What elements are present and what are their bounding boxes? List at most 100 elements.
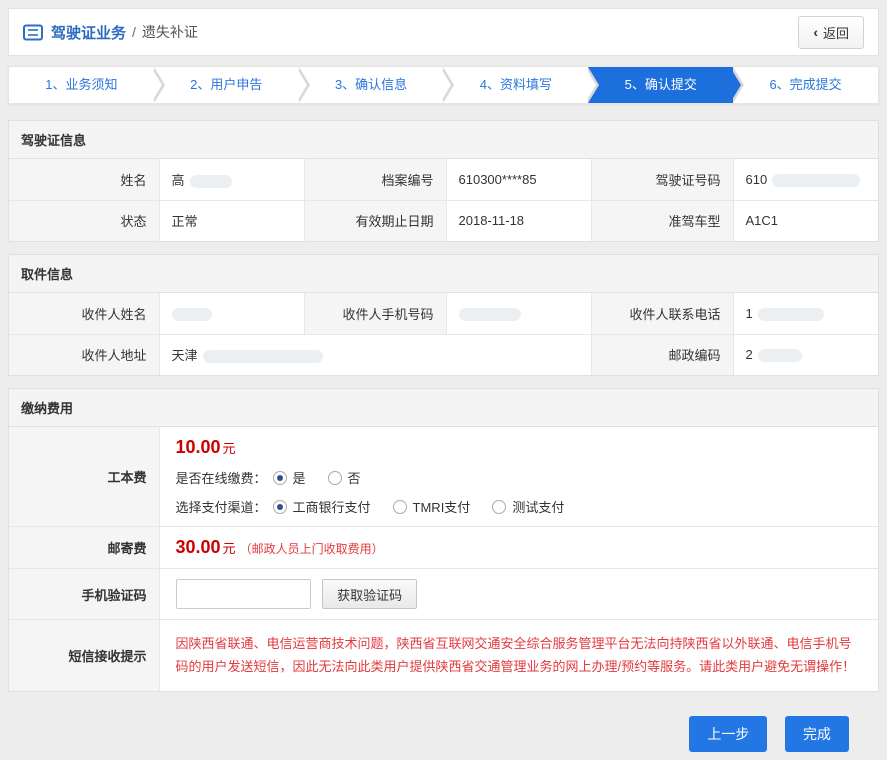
file-number-value: 610300****85 xyxy=(446,159,591,200)
table-row: 姓名 高 档案编号 610300****85 驾驶证号码 610 xyxy=(9,159,878,200)
step-4-fill-data[interactable]: 4、资料填写 xyxy=(443,67,588,103)
previous-step-button[interactable]: 上一步 xyxy=(689,716,767,752)
step-2-declare[interactable]: 2、用户申告 xyxy=(154,67,299,103)
radio-channel-icbc-label: 工商银行支付 xyxy=(293,497,371,516)
back-button-label: 返回 xyxy=(823,23,849,42)
radio-channel-test[interactable]: 测试支付 xyxy=(492,497,564,516)
radio-dot-icon xyxy=(328,471,342,485)
pickup-section-title: 取件信息 xyxy=(9,255,878,293)
table-row: 短信接收提示 因陕西省联通、电信运营商技术问题，陕西省互联网交通安全综合服务管理… xyxy=(9,620,878,691)
recipient-phone-value: 1 xyxy=(733,293,878,334)
step-5-confirm-submit[interactable]: 5、确认提交 xyxy=(588,67,733,103)
radio-channel-tmri-label: TMRI支付 xyxy=(413,497,471,516)
license-number-value: 610 xyxy=(733,159,878,200)
radio-online-no-label: 否 xyxy=(348,468,361,487)
mail-fee-amount: 30.00 xyxy=(176,537,221,557)
status-label: 状态 xyxy=(9,200,159,241)
license-number-label: 驾驶证号码 xyxy=(591,159,733,200)
page-title: 驾驶证业务 xyxy=(51,22,126,43)
redacted-value xyxy=(172,308,212,321)
back-button[interactable]: ‹ 返回 xyxy=(798,16,864,49)
verify-code-input[interactable] xyxy=(176,579,311,609)
breadcrumb-page: 遗失补证 xyxy=(142,22,198,42)
radio-channel-test-label: 测试支付 xyxy=(512,497,564,516)
mail-fee-unit: 元 xyxy=(223,541,236,556)
postal-code-label: 邮政编码 xyxy=(591,334,733,375)
step-6-complete[interactable]: 6、完成提交 xyxy=(733,67,878,103)
recipient-name-value xyxy=(159,293,304,334)
recipient-name-label: 收件人姓名 xyxy=(9,293,159,334)
fee-section-title: 缴纳费用 xyxy=(9,389,878,427)
radio-dot-icon xyxy=(273,500,287,514)
license-info-section: 驾驶证信息 姓名 高 档案编号 610300****85 驾驶证号码 610 状… xyxy=(8,120,879,242)
pay-channel-question: 选择支付渠道： xyxy=(176,497,267,516)
production-fee-amount: 10.00 xyxy=(176,437,221,457)
sms-warning-text: 因陕西省联通、电信运营商技术问题，陕西省互联网交通安全综合服务管理平台无法向持陕… xyxy=(176,630,863,681)
recipient-phone-label: 收件人联系电话 xyxy=(591,293,733,334)
redacted-value xyxy=(190,175,232,188)
radio-channel-tmri[interactable]: TMRI支付 xyxy=(393,497,471,516)
production-fee-unit: 元 xyxy=(223,441,236,456)
breadcrumb-separator: / xyxy=(132,24,136,40)
radio-online-no[interactable]: 否 xyxy=(328,468,361,487)
header-bar: 驾驶证业务 / 遗失补证 ‹ 返回 xyxy=(8,8,879,56)
online-pay-question: 是否在线缴费： xyxy=(176,468,267,487)
page: 驾驶证业务 / 遗失补证 ‹ 返回 1、业务须知 2、用户申告 3、确认信息 4… xyxy=(0,0,887,760)
footer-actions: 上一步 完成 xyxy=(8,716,879,752)
production-fee-label: 工本费 xyxy=(9,427,159,527)
fee-section: 缴纳费用 工本费 10.00元 是否在线缴费： 是 否 选择支付渠道： 工商银行… xyxy=(8,388,879,692)
table-row: 邮寄费 30.00元 （邮政人员上门收取费用） xyxy=(9,527,878,569)
verify-code-content: 获取验证码 xyxy=(159,569,878,620)
fee-table: 工本费 10.00元 是否在线缴费： 是 否 选择支付渠道： 工商银行支付 TM… xyxy=(9,427,878,691)
file-number-label: 档案编号 xyxy=(304,159,446,200)
vehicle-type-value: A1C1 xyxy=(733,200,878,241)
radio-online-yes[interactable]: 是 xyxy=(273,468,306,487)
get-verify-code-button[interactable]: 获取验证码 xyxy=(322,579,417,609)
table-row: 手机验证码 获取验证码 xyxy=(9,569,878,620)
expiry-date-label: 有效期止日期 xyxy=(304,200,446,241)
mail-fee-note: （邮政人员上门收取费用） xyxy=(240,542,384,556)
table-row: 工本费 10.00元 是否在线缴费： 是 否 选择支付渠道： 工商银行支付 TM… xyxy=(9,427,878,527)
table-row: 状态 正常 有效期止日期 2018-11-18 准驾车型 A1C1 xyxy=(9,200,878,241)
license-info-table: 姓名 高 档案编号 610300****85 驾驶证号码 610 状态 正常 有… xyxy=(9,159,878,241)
step-1-notice[interactable]: 1、业务须知 xyxy=(9,67,154,103)
redacted-value xyxy=(203,350,323,363)
online-pay-question-line: 是否在线缴费： 是 否 xyxy=(176,468,863,487)
recipient-address-label: 收件人地址 xyxy=(9,334,159,375)
status-value: 正常 xyxy=(159,200,304,241)
postal-code-value: 2 xyxy=(733,334,878,375)
redacted-value xyxy=(758,308,824,321)
sms-note-content: 因陕西省联通、电信运营商技术问题，陕西省互联网交通安全综合服务管理平台无法向持陕… xyxy=(159,620,878,691)
pickup-info-table: 收件人姓名 收件人手机号码 收件人联系电话 1 收件人地址 天津 邮政编码 2 xyxy=(9,293,878,375)
finish-button[interactable]: 完成 xyxy=(785,716,849,752)
name-label: 姓名 xyxy=(9,159,159,200)
radio-online-yes-label: 是 xyxy=(293,468,306,487)
license-section-title: 驾驶证信息 xyxy=(9,121,878,159)
recipient-address-value: 天津 xyxy=(159,334,591,375)
table-row: 收件人姓名 收件人手机号码 收件人联系电话 1 xyxy=(9,293,878,334)
mail-fee-label: 邮寄费 xyxy=(9,527,159,569)
license-form-icon xyxy=(23,24,43,41)
back-chevron-icon: ‹ xyxy=(813,24,818,40)
radio-channel-icbc[interactable]: 工商银行支付 xyxy=(273,497,371,516)
redacted-value xyxy=(459,308,521,321)
radio-dot-icon xyxy=(393,500,407,514)
redacted-value xyxy=(758,349,802,362)
step-nav: 1、业务须知 2、用户申告 3、确认信息 4、资料填写 5、确认提交 6、完成提… xyxy=(8,66,879,104)
expiry-date-value: 2018-11-18 xyxy=(446,200,591,241)
redacted-value xyxy=(772,174,860,187)
radio-dot-icon xyxy=(492,500,506,514)
recipient-mobile-label: 收件人手机号码 xyxy=(304,293,446,334)
table-row: 收件人地址 天津 邮政编码 2 xyxy=(9,334,878,375)
step-3-confirm-info[interactable]: 3、确认信息 xyxy=(299,67,444,103)
vehicle-type-label: 准驾车型 xyxy=(591,200,733,241)
production-fee-content: 10.00元 是否在线缴费： 是 否 选择支付渠道： 工商银行支付 TMRI支付… xyxy=(159,427,878,527)
recipient-mobile-value xyxy=(446,293,591,334)
pickup-info-section: 取件信息 收件人姓名 收件人手机号码 收件人联系电话 1 收件人地址 天津 邮政… xyxy=(8,254,879,376)
production-fee-amount-line: 10.00元 xyxy=(176,437,863,458)
verify-code-label: 手机验证码 xyxy=(9,569,159,620)
name-value: 高 xyxy=(159,159,304,200)
radio-dot-icon xyxy=(273,471,287,485)
pay-channel-question-line: 选择支付渠道： 工商银行支付 TMRI支付 测试支付 xyxy=(176,497,863,516)
mail-fee-content: 30.00元 （邮政人员上门收取费用） xyxy=(159,527,878,569)
